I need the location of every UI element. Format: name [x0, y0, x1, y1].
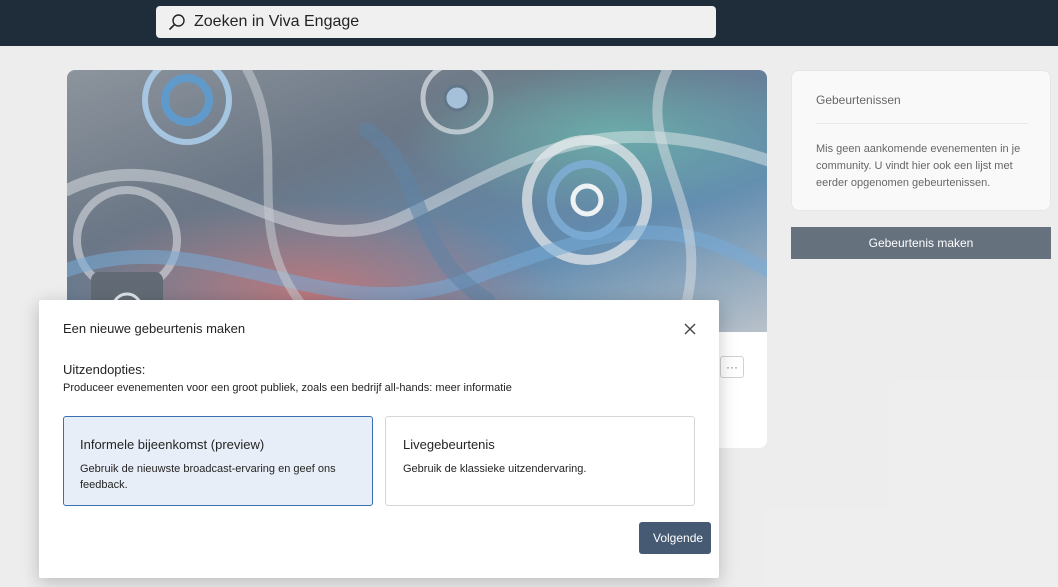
option-live-event[interactable]: Livegebeurtenis Gebruik de klassieke uit… — [385, 416, 695, 506]
close-icon[interactable] — [681, 320, 699, 338]
next-button[interactable]: Volgende — [639, 522, 711, 554]
option-informal-gathering[interactable]: Informele bijeenkomst (preview) Gebruik … — [63, 416, 373, 506]
search-icon — [168, 12, 188, 32]
broadcast-options-heading: Uitzendopties: — [63, 362, 146, 377]
top-bar: Zoeken in Viva Engage — [0, 0, 1058, 46]
option-description: Gebruik de nieuwste broadcast-ervaring e… — [80, 463, 336, 491]
option-title: Informele bijeenkomst (preview) — [80, 437, 265, 452]
option-description: Gebruik de klassieke uitzendervaring. — [403, 463, 587, 475]
search-input[interactable]: Zoeken in Viva Engage — [194, 13, 359, 31]
dialog-title: Een nieuwe gebeurtenis maken — [63, 321, 246, 336]
broadcast-options-description: Produceer evenementen voor een groot pub… — [63, 382, 512, 394]
option-title: Livegebeurtenis — [403, 437, 495, 452]
create-event-dialog: Een nieuwe gebeurtenis maken Uitzendopti… — [39, 300, 719, 578]
search-box[interactable]: Zoeken in Viva Engage — [156, 6, 716, 38]
